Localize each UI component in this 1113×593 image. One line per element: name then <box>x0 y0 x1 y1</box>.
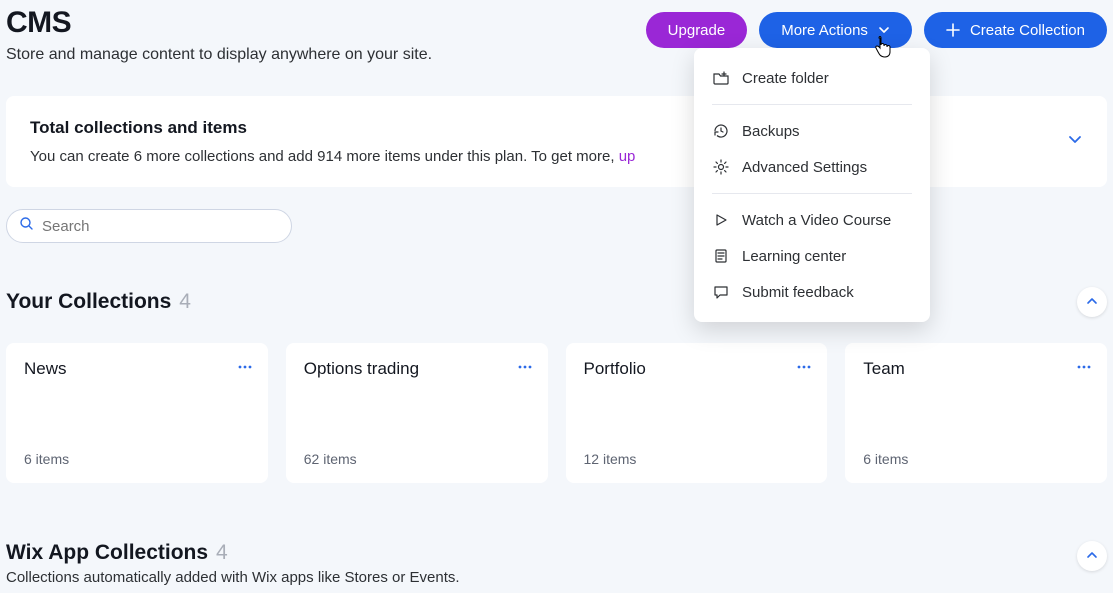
search-icon <box>19 216 34 236</box>
more-dots-icon <box>238 357 252 372</box>
collection-card-news[interactable]: News 6 items <box>6 343 268 483</box>
document-icon <box>712 247 730 265</box>
menu-label: Create folder <box>742 70 829 87</box>
card-meta: 6 items <box>863 451 1089 467</box>
card-more-button[interactable] <box>793 353 815 375</box>
more-dots-icon <box>1077 357 1091 372</box>
menu-watch-video[interactable]: Watch a Video Course <box>694 202 930 238</box>
wix-collections-header: Wix App Collections 4 Collections automa… <box>6 541 1107 586</box>
search-input[interactable] <box>42 218 279 235</box>
upgrade-button[interactable]: Upgrade <box>646 12 748 48</box>
chat-icon <box>712 283 730 301</box>
menu-label: Submit feedback <box>742 284 854 301</box>
create-collection-button[interactable]: Create Collection <box>924 12 1107 48</box>
menu-label: Watch a Video Course <box>742 212 891 229</box>
collection-card-portfolio[interactable]: Portfolio 12 items <box>566 343 828 483</box>
card-title: Options trading <box>304 359 530 379</box>
divider <box>712 193 912 194</box>
menu-backups[interactable]: Backups <box>694 113 930 149</box>
gear-icon <box>712 158 730 176</box>
page-subtitle: Store and manage content to display anyw… <box>6 46 646 64</box>
upgrade-link[interactable]: up <box>619 148 636 165</box>
card-meta: 62 items <box>304 451 530 467</box>
menu-label: Advanced Settings <box>742 159 867 176</box>
chevron-down-icon <box>878 24 890 36</box>
menu-advanced-settings[interactable]: Advanced Settings <box>694 149 930 185</box>
wix-collections-count: 4 <box>216 541 228 565</box>
upgrade-label: Upgrade <box>668 22 726 39</box>
more-dots-icon <box>518 357 532 372</box>
card-more-button[interactable] <box>514 353 536 375</box>
card-meta: 6 items <box>24 451 250 467</box>
more-actions-button[interactable]: More Actions <box>759 12 912 48</box>
collection-card-team[interactable]: Team 6 items <box>845 343 1107 483</box>
more-actions-label: More Actions <box>781 22 868 39</box>
card-title: News <box>24 359 250 379</box>
menu-create-folder[interactable]: Create folder <box>694 60 930 96</box>
banner-text-before: You can create 6 more collections and ad… <box>30 148 619 165</box>
more-actions-dropdown: Create folder Backups Advanced Settings … <box>694 48 930 322</box>
menu-learning-center[interactable]: Learning center <box>694 238 930 274</box>
menu-label: Backups <box>742 123 800 140</box>
your-collections-count: 4 <box>179 290 191 314</box>
chevron-up-icon <box>1086 295 1098 310</box>
card-meta: 12 items <box>584 451 810 467</box>
wix-collections-title: Wix App Collections <box>6 541 208 565</box>
your-collections-title: Your Collections <box>6 290 171 314</box>
collapse-your-collections-button[interactable] <box>1077 287 1107 317</box>
collection-cards: News 6 items Options trading 62 items Po… <box>6 343 1107 483</box>
history-icon <box>712 122 730 140</box>
card-title: Portfolio <box>584 359 810 379</box>
banner-expand-chevron-icon[interactable] <box>1067 131 1083 152</box>
menu-label: Learning center <box>742 248 846 265</box>
plus-icon <box>946 23 960 37</box>
wix-collections-subtitle: Collections automatically added with Wix… <box>6 569 460 586</box>
folder-plus-icon <box>712 69 730 87</box>
more-dots-icon <box>797 357 811 372</box>
usage-banner: Total collections and items You can crea… <box>6 96 1107 187</box>
collection-card-options-trading[interactable]: Options trading 62 items <box>286 343 548 483</box>
page-title: CMS <box>6 6 646 40</box>
card-more-button[interactable] <box>234 353 256 375</box>
play-icon <box>712 211 730 229</box>
collapse-wix-collections-button[interactable] <box>1077 541 1107 571</box>
your-collections-header: Your Collections 4 <box>6 287 1107 317</box>
search-field[interactable] <box>6 209 292 243</box>
header-actions: Upgrade More Actions Create Collection <box>646 6 1107 48</box>
create-collection-label: Create Collection <box>970 22 1085 39</box>
divider <box>712 104 912 105</box>
menu-submit-feedback[interactable]: Submit feedback <box>694 274 930 310</box>
card-more-button[interactable] <box>1073 353 1095 375</box>
card-title: Team <box>863 359 1089 379</box>
chevron-up-icon <box>1086 549 1098 564</box>
